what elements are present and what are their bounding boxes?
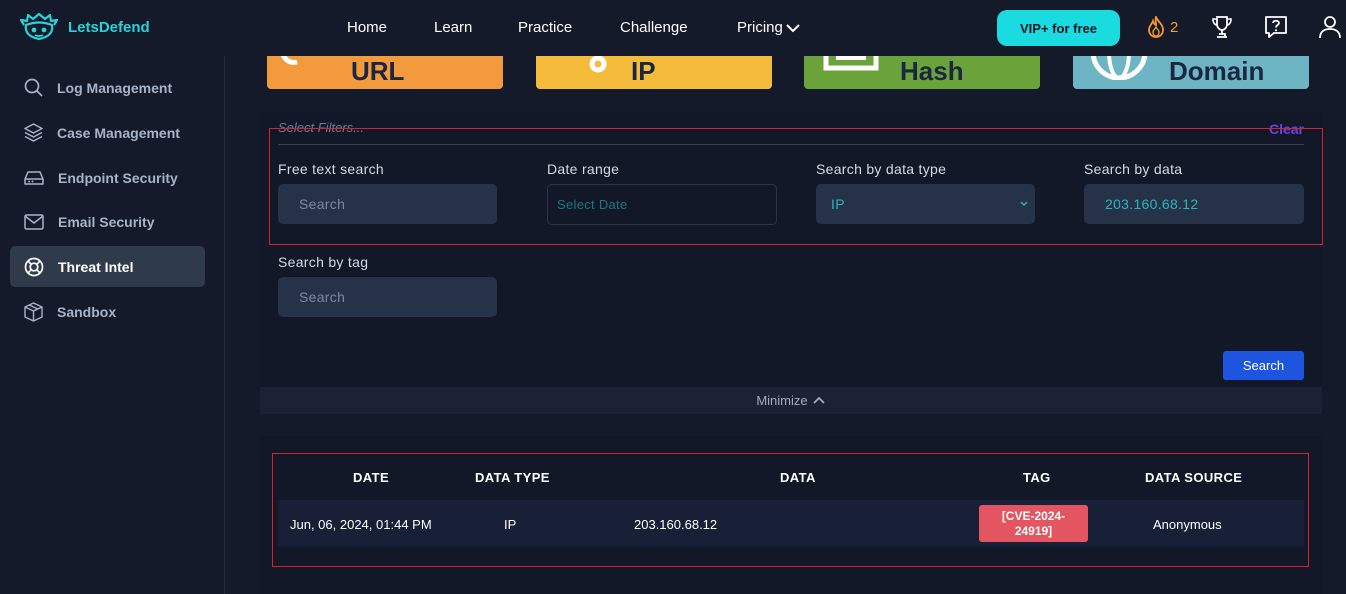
mail-icon <box>24 213 44 230</box>
sidebar-item-sandbox[interactable]: Sandbox <box>10 291 205 332</box>
sidebar: Log Management Case Management Endpoint … <box>0 56 225 594</box>
main-content: URL IP Hash Domain Select Filters... Cle… <box>226 56 1346 594</box>
chevron-down-icon <box>786 23 800 32</box>
card-hash-label: Hash <box>900 56 964 86</box>
chevron-up-icon <box>813 396 825 404</box>
nav-challenge[interactable]: Challenge <box>620 19 688 36</box>
flame-icon <box>1148 16 1164 38</box>
layers-icon <box>24 123 43 142</box>
lifebuoy-icon <box>24 257 44 276</box>
logo-icon <box>19 12 59 41</box>
sidebar-item-threat-intel[interactable]: Threat Intel <box>10 246 205 287</box>
card-ip[interactable]: IP <box>536 56 772 89</box>
search-by-tag-input[interactable]: Search <box>278 277 497 317</box>
filter-highlight-box <box>269 128 1323 245</box>
sidebar-item-label: Email Security <box>58 213 155 230</box>
card-domain[interactable]: Domain <box>1073 56 1309 89</box>
nav-pricing-label: Pricing <box>737 19 783 36</box>
card-hash[interactable]: Hash <box>804 56 1040 89</box>
search-icon <box>24 78 43 97</box>
card-url-label: URL <box>351 56 405 86</box>
minimize-label: Minimize <box>756 393 808 408</box>
results-highlight-box <box>272 453 1309 567</box>
streak-count: 2 <box>1170 18 1179 36</box>
sidebar-item-label: Log Management <box>57 79 173 96</box>
minimize-button[interactable]: Minimize <box>260 387 1322 414</box>
nav-learn[interactable]: Learn <box>434 19 472 36</box>
sidebar-item-case-management[interactable]: Case Management <box>10 112 205 153</box>
card-ip-label: IP <box>631 56 656 86</box>
nav-home[interactable]: Home <box>347 19 387 36</box>
cube-icon <box>24 301 43 322</box>
sidebar-item-email-security[interactable]: Email Security <box>10 201 205 242</box>
help-icon[interactable] <box>1264 15 1288 39</box>
trophy-icon[interactable] <box>1211 15 1233 39</box>
user-icon[interactable] <box>1319 15 1341 39</box>
card-domain-label: Domain <box>1169 56 1265 86</box>
hash-card-icon <box>823 56 879 71</box>
card-url[interactable]: URL <box>267 56 503 89</box>
search-button[interactable]: Search <box>1223 351 1304 380</box>
sidebar-item-log-management[interactable]: Log Management <box>10 67 205 108</box>
sidebar-item-endpoint-security[interactable]: Endpoint Security <box>10 157 205 198</box>
link-icon <box>281 56 298 65</box>
drive-icon <box>24 170 44 185</box>
vip-button[interactable]: VIP+ for free <box>997 10 1120 46</box>
sidebar-item-label: Threat Intel <box>58 258 134 275</box>
sidebar-item-label: Sandbox <box>57 303 117 320</box>
ip-node-icon <box>589 56 607 73</box>
sidebar-item-label: Case Management <box>57 124 180 141</box>
sidebar-item-label: Endpoint Security <box>58 169 178 186</box>
streak-counter[interactable]: 2 <box>1146 16 1178 38</box>
globe-icon <box>1090 56 1148 80</box>
nav-pricing[interactable]: Pricing <box>737 19 800 36</box>
nav-practice[interactable]: Practice <box>518 19 572 36</box>
brand-logo[interactable]: LetsDefend <box>18 11 150 43</box>
search-by-tag-label: Search by tag <box>278 254 369 270</box>
brand-name: LetsDefend <box>68 18 150 36</box>
top-bar: LetsDefend Home Learn Practice Challenge… <box>0 0 1346 56</box>
